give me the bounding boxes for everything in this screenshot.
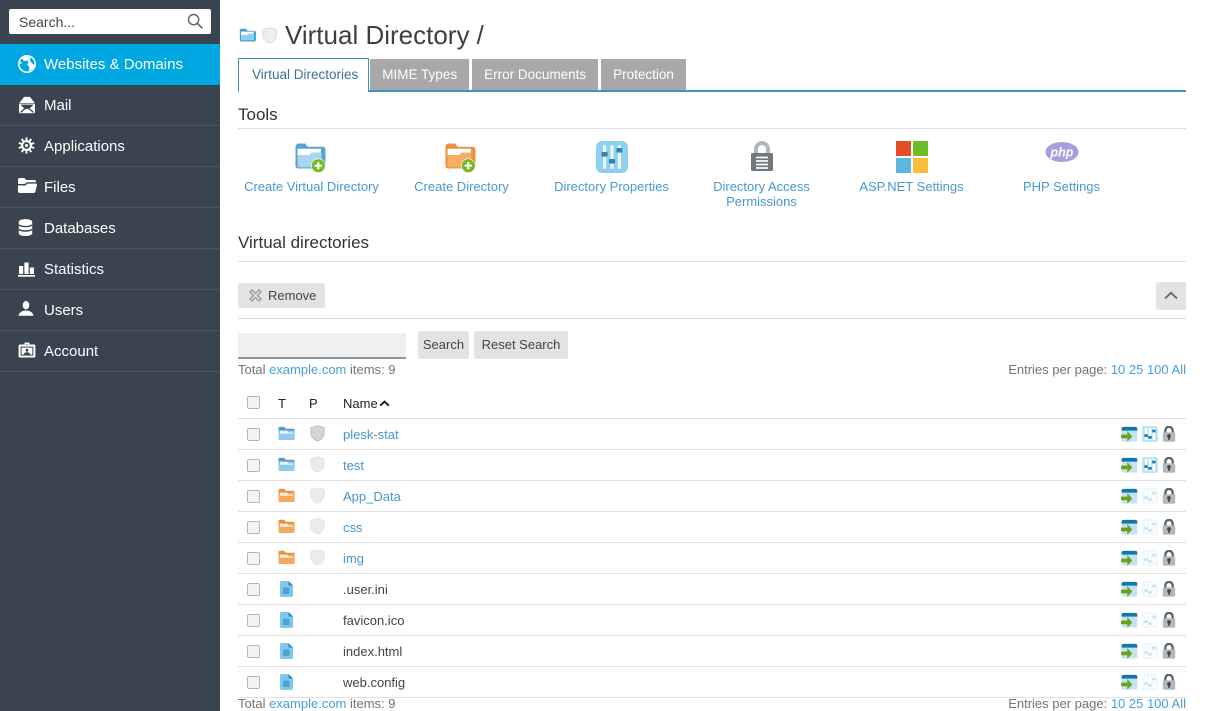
svg-text:php: php xyxy=(1049,146,1073,160)
